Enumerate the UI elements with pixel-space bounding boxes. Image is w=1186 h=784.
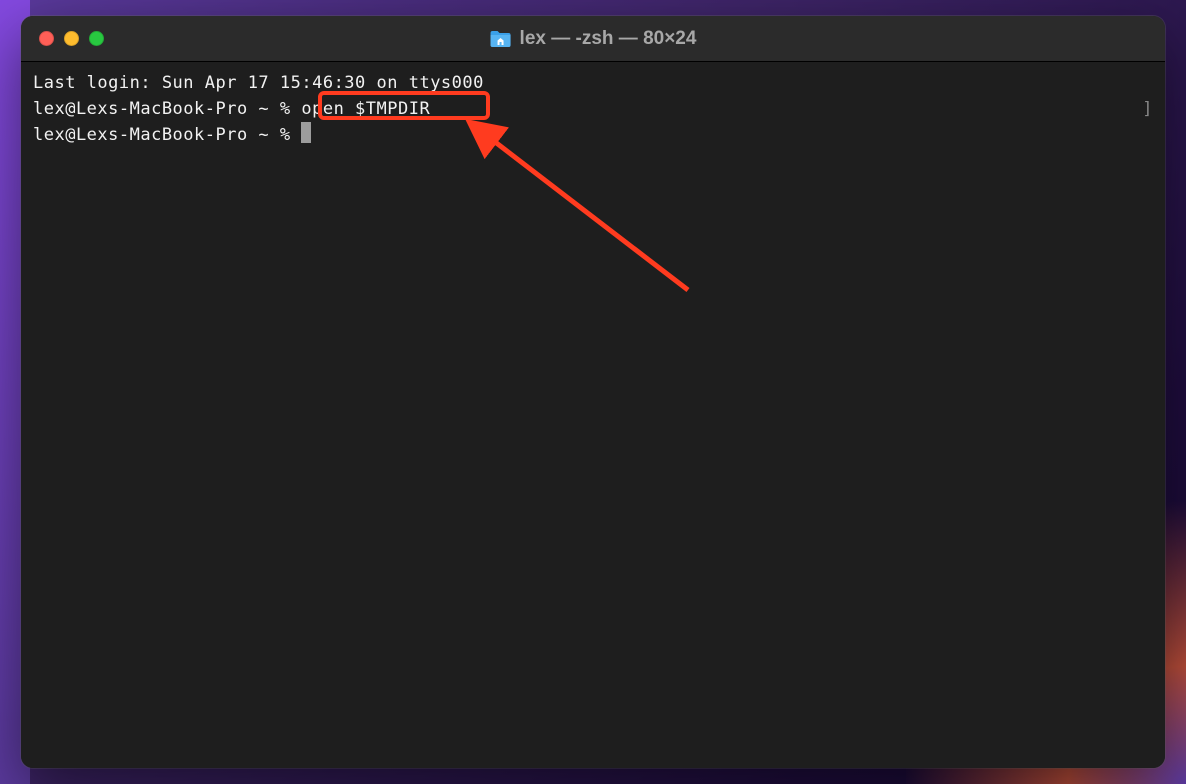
line-continuation-bracket: ] <box>1142 96 1153 122</box>
command-text: open $TMPDIR <box>301 99 430 119</box>
window-traffic-lights <box>39 31 104 46</box>
prompt-line-2: lex@Lexs-MacBook-Pro ~ % <box>33 122 1153 148</box>
prompt-1: lex@Lexs-MacBook-Pro ~ % <box>33 99 301 119</box>
close-button[interactable] <box>39 31 54 46</box>
prompt-2: lex@Lexs-MacBook-Pro ~ % <box>33 125 301 145</box>
prompt-line-1: lex@Lexs-MacBook-Pro ~ % open $TMPDIR] <box>33 96 1153 122</box>
last-login-line: Last login: Sun Apr 17 15:46:30 on ttys0… <box>33 70 1153 96</box>
zoom-button[interactable] <box>89 31 104 46</box>
terminal-window: lex — -zsh — 80×24 Last login: Sun Apr 1… <box>21 16 1165 768</box>
terminal-body[interactable]: Last login: Sun Apr 17 15:46:30 on ttys0… <box>21 62 1165 768</box>
window-title-text: lex — -zsh — 80×24 <box>520 28 697 50</box>
window-titlebar[interactable]: lex — -zsh — 80×24 <box>21 16 1165 62</box>
minimize-button[interactable] <box>64 31 79 46</box>
window-title-group: lex — -zsh — 80×24 <box>490 28 697 50</box>
folder-home-icon <box>490 30 512 48</box>
terminal-cursor <box>301 122 311 143</box>
